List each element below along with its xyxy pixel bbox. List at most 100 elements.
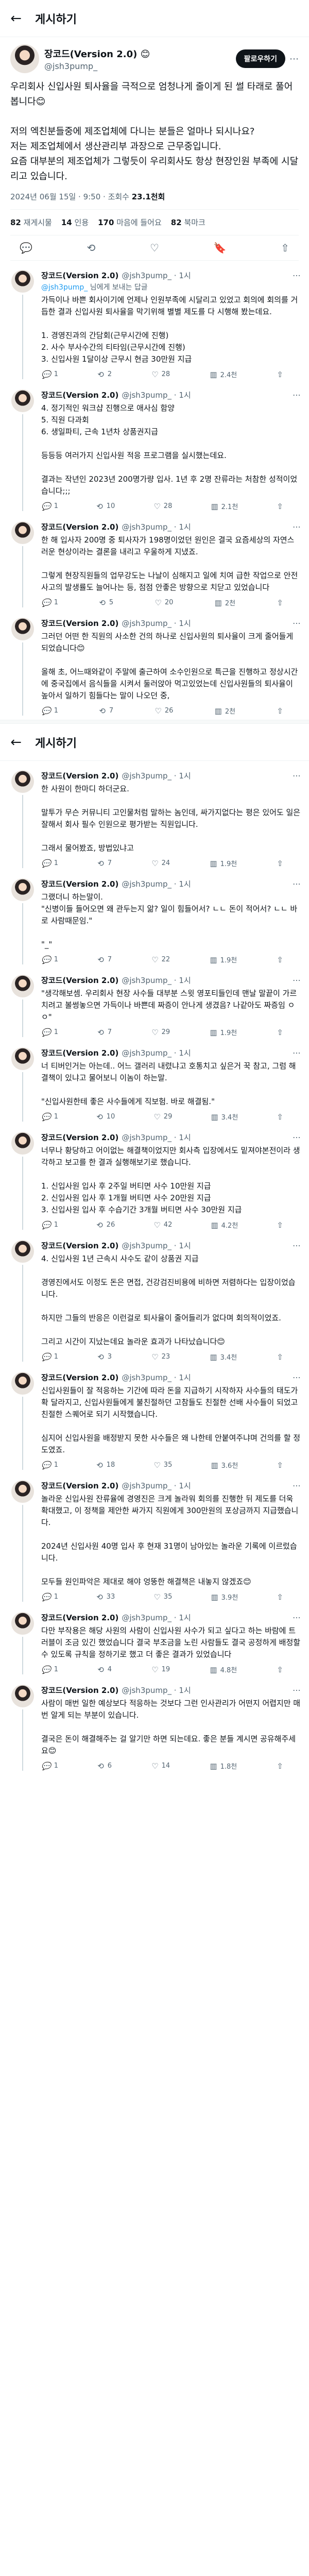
- avatar[interactable]: [11, 618, 34, 640]
- avatar[interactable]: [11, 1372, 34, 1395]
- repost-button[interactable]: ⟲ 7: [99, 706, 113, 716]
- views-button[interactable]: ▥ 2천: [215, 598, 235, 608]
- stat-reposts[interactable]: 82 재게시물: [10, 217, 52, 228]
- more-options-icon[interactable]: ⋯: [293, 390, 301, 400]
- reply-post[interactable]: 장코드(Version 2.0) @jsh3pump_ · 1시 ⋯ 4. 신입사원 …: [0, 1234, 309, 1366]
- views-button[interactable]: ▥ 3.4천: [210, 1352, 237, 1362]
- reply-author-name[interactable]: 장코드(Version 2.0): [41, 521, 118, 532]
- reply-button[interactable]: 💬 1: [41, 1460, 58, 1470]
- reply-handle-time[interactable]: @jsh3pump_ · 1시: [122, 1480, 293, 1491]
- repost-button[interactable]: ⟲ 10: [97, 1112, 115, 1122]
- views-button[interactable]: ▥ 2천: [215, 706, 235, 716]
- share-button[interactable]: ⇧: [277, 1460, 283, 1470]
- reply-post[interactable]: 장코드(Version 2.0) @jsh3pump_ · 1시 ⋯ 4. 정기적인 …: [0, 383, 309, 515]
- avatar[interactable]: [11, 975, 34, 997]
- repost-button[interactable]: ⟲ 33: [97, 1592, 115, 1602]
- avatar[interactable]: [11, 1047, 34, 1070]
- more-options-icon[interactable]: ⋯: [289, 54, 299, 64]
- views-button[interactable]: ▥ 4.8천: [210, 1665, 237, 1675]
- stat-likes[interactable]: 170 마음에 들어요: [98, 217, 162, 228]
- reply-post[interactable]: 장코드(Version 2.0) @jsh3pump_ · 1시 ⋯ 너 티버인거는 …: [0, 1041, 309, 1126]
- like-button[interactable]: ♡ 14: [151, 1761, 170, 1771]
- reply-author-name[interactable]: 장코드(Version 2.0): [41, 1612, 118, 1623]
- reply-author-name[interactable]: 장코드(Version 2.0): [41, 975, 118, 986]
- reply-button[interactable]: 💬 1: [41, 858, 58, 868]
- stat-bookmarks[interactable]: 82 북마크: [171, 217, 205, 228]
- repost-button[interactable]: ⟲ 6: [98, 1761, 112, 1771]
- reply-handle-time[interactable]: @jsh3pump_ · 1시: [122, 1240, 293, 1251]
- avatar[interactable]: [11, 878, 34, 901]
- reply-button[interactable]: 💬 1: [41, 1220, 58, 1230]
- like-button[interactable]: ♡ 26: [154, 706, 173, 716]
- reply-post[interactable]: 장코드(Version 2.0) @jsh3pump_ · 1시 ⋯ 한 해 입사자 …: [0, 515, 309, 612]
- reply-handle-time[interactable]: @jsh3pump_ · 1시: [122, 1612, 293, 1623]
- like-button[interactable]: ♡ 35: [153, 1592, 172, 1602]
- avatar[interactable]: [11, 770, 34, 793]
- views-button[interactable]: ▥ 1.9천: [210, 1027, 237, 1038]
- reply-handle-time[interactable]: @jsh3pump_ · 1시: [122, 1372, 293, 1383]
- more-options-icon[interactable]: ⋯: [293, 1132, 301, 1142]
- share-button[interactable]: ⇧: [277, 1761, 283, 1771]
- avatar[interactable]: [11, 270, 34, 293]
- like-button[interactable]: ♡ 24: [151, 858, 170, 868]
- reply-handle-time[interactable]: @jsh3pump_ · 1시: [122, 521, 293, 532]
- like-button[interactable]: ♡ 22: [151, 955, 170, 964]
- share-button[interactable]: ⇧: [277, 1220, 283, 1230]
- like-button[interactable]: ♡ 23: [151, 1352, 170, 1362]
- reply-handle-time[interactable]: @jsh3pump_ · 1시: [122, 618, 293, 629]
- more-options-icon[interactable]: ⋯: [293, 522, 301, 532]
- reply-author-name[interactable]: 장코드(Version 2.0): [41, 878, 118, 889]
- author-handle[interactable]: @jsh3pump_: [44, 61, 236, 71]
- reply-handle-time[interactable]: @jsh3pump_ · 1시: [122, 878, 293, 889]
- like-button[interactable]: ♡ 19: [151, 1665, 170, 1674]
- reply-handle-time[interactable]: @jsh3pump_ · 1시: [122, 1685, 293, 1696]
- reply-handle-time[interactable]: @jsh3pump_ · 1시: [122, 770, 293, 781]
- avatar[interactable]: [11, 1480, 34, 1503]
- avatar[interactable]: [11, 521, 34, 544]
- back-arrow-icon[interactable]: ←: [8, 735, 24, 750]
- more-options-icon[interactable]: ⋯: [293, 618, 301, 628]
- repost-icon[interactable]: ⟲: [87, 242, 96, 254]
- reply-post[interactable]: 장코드(Version 2.0) @jsh3pump_ · 1시 ⋯ 한 사원이 한마…: [0, 764, 309, 872]
- repost-button[interactable]: ⟲ 7: [98, 1027, 112, 1037]
- repost-button[interactable]: ⟲ 7: [98, 858, 112, 868]
- reply-handle-time[interactable]: @jsh3pump_ · 1시: [122, 1047, 293, 1058]
- repost-button[interactable]: ⟲ 5: [99, 598, 113, 607]
- views-button[interactable]: ▥ 3.9천: [211, 1592, 238, 1602]
- reply-author-name[interactable]: 장코드(Version 2.0): [41, 1240, 118, 1251]
- avatar[interactable]: [11, 1132, 34, 1155]
- reply-handle-time[interactable]: @jsh3pump_ · 1시: [122, 975, 293, 986]
- reply-post[interactable]: 장코드(Version 2.0) @jsh3pump_ · 1시 ⋯ 너무나 황당하고…: [0, 1126, 309, 1234]
- avatar[interactable]: [11, 1240, 34, 1263]
- reply-button[interactable]: 💬 1: [41, 1665, 58, 1674]
- reply-icon[interactable]: 💬: [20, 242, 32, 254]
- share-button[interactable]: ⇧: [277, 1352, 283, 1362]
- reply-button[interactable]: 💬 1: [41, 1027, 58, 1037]
- share-button[interactable]: ⇧: [277, 598, 283, 607]
- reply-handle-time[interactable]: @jsh3pump_ · 1시: [122, 389, 293, 400]
- more-options-icon[interactable]: ⋯: [293, 771, 301, 781]
- views-button[interactable]: ▥ 1.8천: [210, 1761, 237, 1771]
- avatar[interactable]: [11, 1612, 34, 1635]
- reply-author-name[interactable]: 장코드(Version 2.0): [41, 1372, 118, 1383]
- share-button[interactable]: ⇧: [277, 1592, 283, 1602]
- views-button[interactable]: ▥ 3.6천: [211, 1460, 238, 1470]
- reply-post[interactable]: 장코드(Version 2.0) @jsh3pump_ · 1시 ⋯ 놀라운 신입사원…: [0, 1474, 309, 1606]
- share-button[interactable]: ⇧: [277, 858, 283, 868]
- share-button[interactable]: ⇧: [277, 955, 283, 964]
- follow-button[interactable]: 팔로우하기: [235, 49, 285, 68]
- reply-author-name[interactable]: 장코드(Version 2.0): [41, 1047, 118, 1058]
- like-button[interactable]: ♡ 35: [153, 1460, 172, 1470]
- reply-button[interactable]: 💬 1: [41, 1592, 58, 1602]
- reply-author-name[interactable]: 장코드(Version 2.0): [41, 1132, 118, 1143]
- reply-post[interactable]: 장코드(Version 2.0) @jsh3pump_ · 1시 ⋯ 신입사원들이 잘…: [0, 1366, 309, 1474]
- reply-handle-time[interactable]: @jsh3pump_ · 1시: [122, 1132, 293, 1143]
- share-button[interactable]: ⇧: [277, 369, 283, 379]
- reply-button[interactable]: 💬 1: [41, 706, 58, 716]
- reply-button[interactable]: 💬 1: [41, 1352, 58, 1362]
- repost-button[interactable]: ⟲ 7: [98, 955, 112, 964]
- like-button[interactable]: ♡ 28: [153, 501, 172, 511]
- views-button[interactable]: ▥ 2.1천: [211, 501, 238, 512]
- reply-post[interactable]: 장코드(Version 2.0) @jsh3pump_ · 1시 ⋯ @jsh3pum…: [0, 264, 309, 383]
- views-button[interactable]: ▥ 1.9천: [210, 858, 237, 869]
